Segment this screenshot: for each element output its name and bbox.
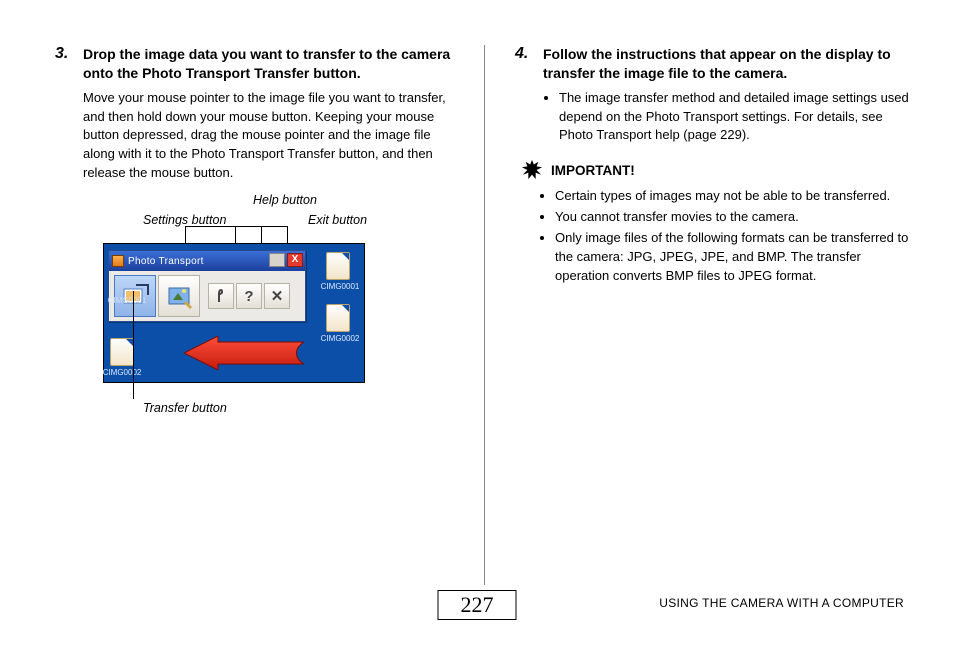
titlebar: Photo Transport X	[109, 251, 305, 271]
section-title: USING THE CAMERA WITH A COMPUTER	[659, 596, 904, 610]
red-arrow-icon	[184, 336, 304, 370]
file-label: CIMG0002	[96, 368, 148, 377]
window-title: Photo Transport	[128, 256, 204, 267]
step-number: 4.	[515, 45, 543, 83]
note-item: The image transfer method and detailed i…	[559, 89, 914, 146]
burst-icon	[521, 159, 543, 181]
settings-button[interactable]	[208, 283, 234, 309]
right-column: 4. Follow the instructions that appear o…	[490, 45, 914, 585]
file-label: CIMG0001	[314, 282, 366, 291]
file-icon	[326, 252, 350, 280]
important-label: IMPORTANT!	[551, 163, 635, 178]
column-divider	[484, 45, 485, 585]
capture-button[interactable]	[158, 275, 200, 317]
content-columns: 3. Drop the image data you want to trans…	[55, 45, 914, 585]
minimize-button[interactable]	[269, 253, 285, 267]
callout-settings: Settings button	[143, 213, 226, 227]
important-header: IMPORTANT!	[521, 159, 914, 181]
step-4-header: 4. Follow the instructions that appear o…	[515, 45, 914, 83]
file-icon	[110, 338, 134, 366]
important-item: Certain types of images may not be able …	[555, 187, 914, 206]
step-body: Move your mouse pointer to the image fil…	[83, 89, 454, 183]
page-footer: 227 USING THE CAMERA WITH A COMPUTER	[0, 590, 954, 624]
file-icon	[326, 304, 350, 332]
app-icon	[112, 255, 124, 267]
screenshot-area: CIMG0001 CIMG0002 CIMG0002 Photo Transpo…	[103, 243, 365, 383]
step-3-header: 3. Drop the image data you want to trans…	[55, 45, 454, 83]
left-column: 3. Drop the image data you want to trans…	[55, 45, 479, 585]
important-item: You cannot transfer movies to the camera…	[555, 208, 914, 227]
step-number: 3.	[55, 45, 83, 83]
important-item: Only image files of the following format…	[555, 229, 914, 286]
photo-transport-window: Photo Transport X	[108, 250, 306, 322]
help-button[interactable]: ?	[236, 283, 262, 309]
callout-transfer: Transfer button	[143, 401, 227, 415]
file-label: CIMG0001	[101, 296, 153, 305]
callout-help: Help button	[253, 193, 317, 207]
file-label: CIMG0002	[314, 334, 366, 343]
callout-exit: Exit button	[308, 213, 367, 227]
diagram: Help button Settings button Exit button …	[83, 193, 413, 403]
step-4-notes: The image transfer method and detailed i…	[559, 89, 914, 146]
close-button[interactable]: X	[287, 253, 303, 267]
page-number: 227	[438, 590, 517, 620]
step-title: Drop the image data you want to transfer…	[83, 45, 454, 83]
exit-button[interactable]: ✕	[264, 283, 290, 309]
step-title: Follow the instructions that appear on t…	[543, 45, 914, 83]
important-list: Certain types of images may not be able …	[555, 187, 914, 285]
